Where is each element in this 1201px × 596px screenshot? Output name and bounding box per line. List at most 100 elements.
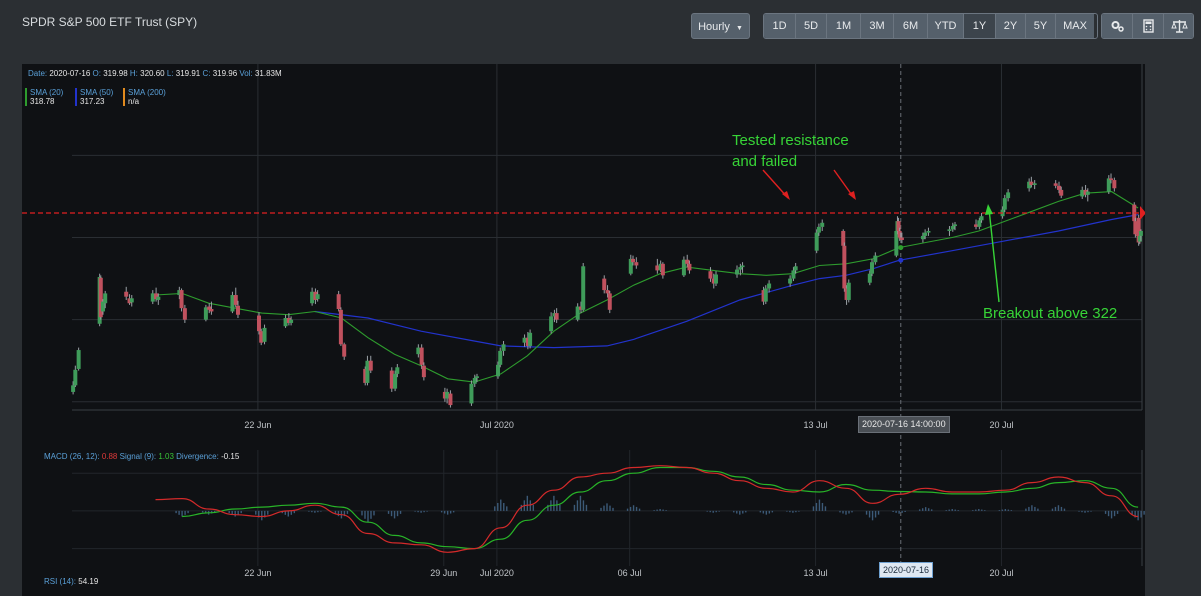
- candle-body: [421, 365, 426, 378]
- candle-body: [472, 377, 477, 384]
- candle-body: [791, 270, 796, 279]
- range-button-6m[interactable]: 6M: [894, 14, 928, 38]
- range-button-1m[interactable]: 1M: [827, 14, 861, 38]
- range-button-2y[interactable]: 2Y: [996, 14, 1026, 38]
- chart-svg[interactable]: 30031032033022 JunJul 202013 Jul20 Jul-2…: [22, 64, 1145, 596]
- calculator-icon[interactable]: [1133, 14, 1164, 38]
- candle-body: [923, 232, 928, 236]
- candle-body: [687, 263, 692, 271]
- candle-body: [554, 313, 559, 320]
- candle-body: [1053, 183, 1058, 186]
- candle-body: [793, 266, 798, 271]
- macd-legend: MACD (26, 12): 0.88 Signal (9): 1.03 Div…: [44, 452, 240, 461]
- candle-body: [395, 367, 400, 374]
- candle-body: [788, 278, 793, 284]
- candle-body: [474, 376, 479, 378]
- candle-body: [1138, 230, 1143, 236]
- macd-x-tick-label: 20 Jul: [989, 568, 1013, 578]
- candle-body: [952, 224, 957, 227]
- candle-body: [1032, 183, 1037, 185]
- candle-body: [1106, 178, 1111, 192]
- annotation-breakout: Breakout above 322: [983, 305, 1118, 322]
- tool-group: [1101, 13, 1194, 39]
- candle-body: [179, 290, 184, 309]
- ohlc-close: 319.96: [212, 69, 238, 78]
- candle-body: [76, 350, 81, 369]
- candle-body: [738, 267, 743, 270]
- candle-body: [740, 265, 745, 268]
- candle-body: [233, 295, 238, 305]
- candle-body: [469, 383, 474, 404]
- ohlc-open: 319.98: [103, 69, 128, 78]
- price-x-tick-label: 20 Jul: [989, 420, 1013, 430]
- candle-body: [735, 269, 740, 275]
- candle-body: [1112, 180, 1117, 189]
- candle-body: [257, 315, 262, 332]
- toolbar: SPDR S&P 500 ETF Trust (SPY) Hourly ▼ 1D…: [0, 0, 1201, 52]
- candle-body: [660, 263, 665, 276]
- ohlc-high: 320.60: [140, 69, 165, 78]
- macd-crosshair-date: 2020-07-16: [879, 562, 934, 578]
- ohlc-date: 2020-07-16: [49, 69, 91, 78]
- annotation-arrowhead-3: [985, 204, 993, 215]
- scale-icon[interactable]: [1164, 14, 1193, 38]
- candle-body: [549, 316, 554, 332]
- page-title: SPDR S&P 500 ETF Trust (SPY): [22, 15, 198, 29]
- candle-body: [602, 278, 607, 291]
- candle-body: [129, 298, 134, 303]
- price-x-tick-label: 13 Jul: [804, 420, 828, 430]
- candle-body: [1109, 178, 1114, 181]
- candle-body: [581, 266, 586, 310]
- candle-body: [767, 283, 772, 289]
- divergence-value: -0.15: [221, 452, 240, 461]
- candle-body: [528, 332, 533, 346]
- candle-body: [867, 273, 872, 283]
- sma-50-line: [314, 214, 1139, 349]
- candle-body: [713, 274, 718, 284]
- candle-body: [289, 319, 294, 323]
- candle-body: [209, 308, 214, 312]
- candle-body: [71, 385, 76, 392]
- candle-body: [842, 245, 847, 289]
- candle-body: [1059, 189, 1064, 196]
- macd-x-tick-label: 13 Jul: [804, 568, 828, 578]
- range-button-5d[interactable]: 5D: [796, 14, 827, 38]
- range-button-5y[interactable]: 5Y: [1026, 14, 1056, 38]
- candle-body: [235, 305, 240, 315]
- candle-body: [182, 308, 187, 320]
- sma-legend-20[interactable]: SMA (20) 318.78: [25, 88, 63, 106]
- candle-body: [1006, 192, 1011, 199]
- price-x-tick-label: 22 Jun: [244, 420, 271, 430]
- macd-x-tick-label: Jul 2020: [480, 568, 514, 578]
- macd-x-tick-label: 29 Jun: [430, 568, 457, 578]
- rsi-legend: RSI (14): 54.19: [44, 577, 99, 586]
- sma-legend-50[interactable]: SMA (50) 317.23: [75, 88, 113, 106]
- macd-x-tick-label: 22 Jun: [244, 568, 271, 578]
- candle-body: [631, 258, 636, 263]
- interval-dropdown[interactable]: Hourly ▼: [691, 13, 750, 39]
- range-button-3m[interactable]: 3M: [861, 14, 894, 38]
- range-button-max[interactable]: MAX: [1056, 14, 1094, 38]
- range-button-1y[interactable]: 1Y: [964, 14, 996, 38]
- macd-x-tick-label: 06 Jul: [618, 568, 642, 578]
- candle-body: [814, 232, 819, 251]
- candle-body: [419, 347, 424, 365]
- candle-body: [873, 255, 878, 263]
- sma-legend-200[interactable]: SMA (200) n/a: [123, 88, 166, 106]
- candle-body: [156, 296, 161, 300]
- candle-body: [498, 350, 503, 365]
- candle-body: [336, 294, 341, 309]
- range-button-ytd[interactable]: YTD: [928, 14, 964, 38]
- candle-body: [124, 291, 129, 297]
- candle-body: [634, 262, 639, 266]
- sma-20-marker: [898, 245, 904, 251]
- gear-icon[interactable]: [1102, 14, 1133, 38]
- ohlc-low: 319.91: [175, 69, 201, 78]
- candle-body: [1057, 185, 1062, 190]
- candle-body: [338, 309, 343, 345]
- candle-body: [950, 226, 955, 230]
- signal-value: 1.03: [158, 452, 174, 461]
- candle-body: [496, 364, 501, 377]
- range-button-1d[interactable]: 1D: [764, 14, 796, 38]
- candle-body: [501, 344, 506, 351]
